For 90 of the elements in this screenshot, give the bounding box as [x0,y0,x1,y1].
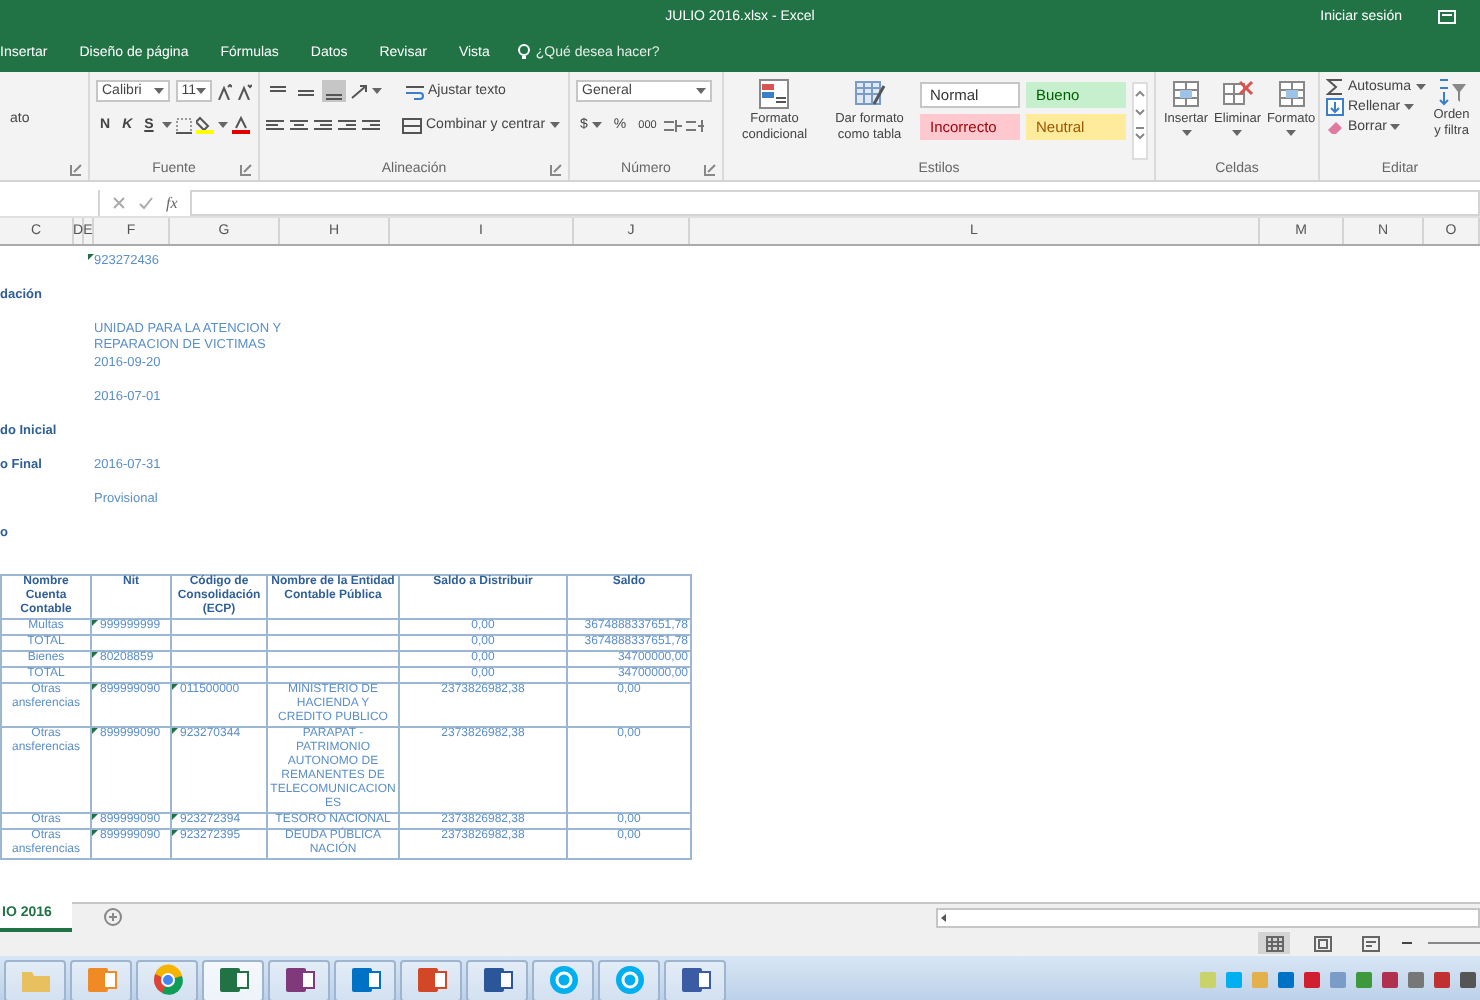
font-color-icon[interactable] [231,116,250,134]
caret-icon [591,122,602,128]
ribbon-display-icon[interactable] [1438,9,1456,23]
caret-icon [217,122,228,128]
error-indicator-icon [172,830,178,836]
taskbar-button[interactable] [268,959,330,1000]
cells-grid-icon [1170,78,1203,110]
decrease-indent-button[interactable] [338,114,358,136]
dialog-launcher-icon[interactable] [704,164,716,176]
media-player-icon [85,964,117,996]
chat-app-icon [613,964,645,996]
fill-down-icon [1326,98,1344,116]
error-indicator-icon [92,620,98,626]
error-indicator-icon [92,830,98,836]
lightbulb-icon [517,44,530,60]
document-app-icon [481,964,513,996]
merge-cells-icon [402,117,422,133]
cells-grid-icon [1221,78,1254,110]
dialog-launcher-icon[interactable] [240,164,252,176]
spreadsheet-app-icon [217,964,249,996]
error-indicator-icon [88,254,94,260]
scroll-left-icon[interactable] [938,911,950,923]
presentation-app-icon [415,964,447,996]
dialog-launcher-icon[interactable] [550,164,562,176]
notebook-app-icon [283,964,315,996]
caret-icon [1415,84,1426,90]
error-indicator-icon [172,684,178,690]
browser-icon [151,964,183,996]
add-sheet-icon[interactable] [103,908,122,926]
borders-icon[interactable] [175,117,192,133]
error-indicator-icon [92,728,98,734]
taskbar-button[interactable] [334,959,396,1000]
increase-indent-icon [362,117,382,133]
caret-icon [372,88,382,94]
checkmark-icon[interactable] [138,195,154,209]
formula-input-field[interactable] [189,189,1480,215]
conditional-format-icon [758,78,791,110]
error-indicator-icon [172,814,178,820]
font-grow-icon[interactable] [218,83,232,99]
grid-icon [1265,935,1283,951]
mail-app-icon [349,964,381,996]
wrap-text-icon [406,83,424,99]
dialog-launcher-icon[interactable] [70,164,82,176]
text-orientation-icon[interactable] [350,83,368,99]
caret-icon [696,88,706,94]
decrease-indent-icon [338,117,358,133]
taskbar-button[interactable] [400,959,462,1000]
caret-icon [1181,129,1192,135]
increase-decimal-icon[interactable] [664,117,683,133]
table-brush-icon [853,78,886,110]
caret-icon [1390,124,1401,130]
align-right-icon [314,117,334,133]
insert-function-button[interactable]: fx [166,193,178,211]
sigma-icon [1326,78,1344,96]
gallery-more-icon[interactable] [1134,124,1146,142]
caret-icon [1286,129,1297,135]
caret-icon [196,88,206,94]
caret-icon [549,122,560,128]
decrease-decimal-icon[interactable] [686,117,705,133]
align-center-icon [290,117,310,133]
error-indicator-icon [172,728,178,734]
align-left-icon [266,117,286,133]
increase-indent-button[interactable] [362,114,382,136]
bottom-align-button[interactable] [322,80,346,102]
align-left-button[interactable] [266,114,286,136]
horizontal-scrollbar[interactable] [936,907,1480,927]
error-indicator-icon [92,684,98,690]
taskbar-button[interactable] [664,959,726,1000]
error-indicator-icon [92,652,98,658]
caret-icon [161,122,172,128]
normal-view-button[interactable] [1258,932,1290,954]
page-layout-icon [1313,935,1331,951]
caret-icon [153,88,164,94]
font-shrink-icon[interactable] [238,83,252,99]
align-center-button[interactable] [290,114,310,136]
cells-grid-icon [1275,78,1308,110]
caret-icon [1404,104,1415,110]
taskbar-button[interactable] [136,959,198,1000]
error-indicator-icon [92,814,98,820]
network-icon [679,964,711,996]
caret-icon [1232,129,1243,135]
chat-app-icon [547,964,579,996]
align-right-button[interactable] [314,114,334,136]
page-break-icon [1361,935,1379,951]
eraser-icon [1326,118,1344,136]
fill-bucket-icon[interactable] [195,116,214,134]
taskbar-button[interactable] [202,959,264,1000]
zoom-out-icon[interactable] [1402,938,1412,948]
taskbar-button[interactable] [466,959,528,1000]
sort-filter-icon [1437,78,1466,106]
